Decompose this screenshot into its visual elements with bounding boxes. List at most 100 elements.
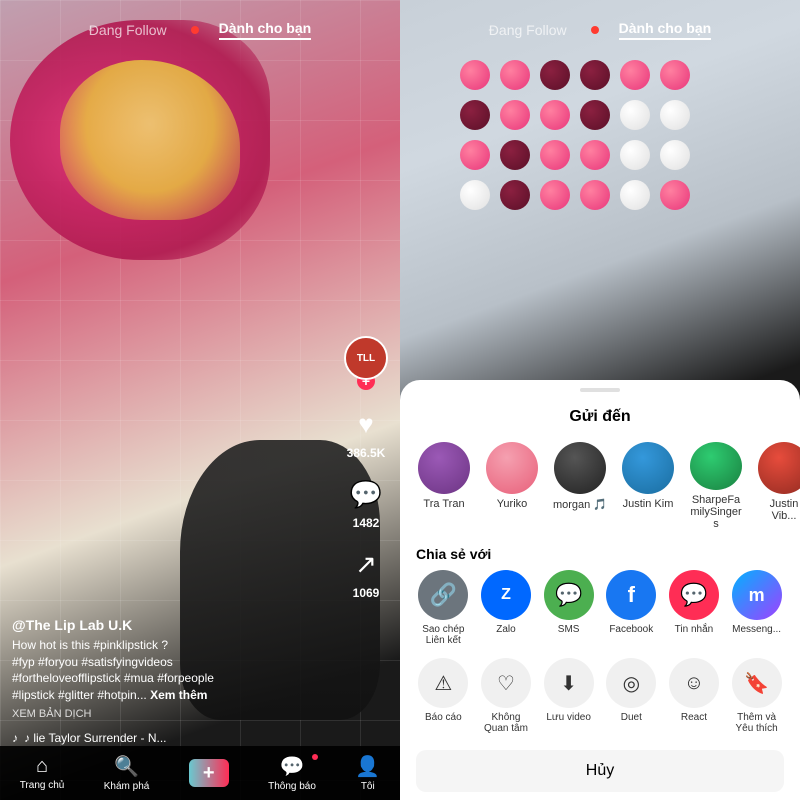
right-live-indicator	[591, 26, 599, 34]
action-buttons: TLL + ♥ 386.5K 💬 1482 ↗ 1069	[344, 336, 388, 600]
dot-11	[620, 100, 650, 130]
friend-name-4: Justin Kim	[623, 498, 674, 510]
friend-item-2[interactable]: Yuriko	[484, 442, 540, 530]
actions-row: ⚠ Báo cáo ♡ KhôngQuan tâm ⬇ Lưu video ◎ …	[400, 650, 800, 742]
action-favorite[interactable]: 🔖 Thêm vàYêu thích	[732, 658, 782, 734]
report-icon: ⚠	[418, 658, 468, 708]
share-icon: ↗	[348, 546, 384, 582]
lipstick-dots-grid	[460, 60, 690, 210]
friend-name-3: morgan 🎵	[553, 498, 607, 511]
share-sms[interactable]: 💬 SMS	[544, 570, 594, 646]
translate-link[interactable]: XEM BẢN DỊCH	[12, 708, 340, 720]
dot-3	[540, 60, 570, 90]
dot-4	[580, 60, 610, 90]
music-text: ♪ lie Taylor Surrender - N...	[24, 731, 167, 745]
friend-item-3[interactable]: morgan 🎵	[552, 442, 608, 530]
friends-row: Tra Tran Yuriko morgan 🎵 Justin Kim Shar…	[400, 434, 800, 538]
profile-icon: 👤	[355, 754, 380, 779]
friend-avatar-1	[418, 442, 470, 494]
right-tab-following[interactable]: Đang Follow	[489, 22, 567, 38]
notification-icon: 💬	[280, 754, 305, 779]
share-button[interactable]: ↗ 1069	[348, 546, 384, 600]
dot-21	[540, 180, 570, 210]
tinnhan-label: Tin nhắn	[675, 624, 714, 635]
action-report[interactable]: ⚠ Báo cáo	[418, 658, 468, 734]
action-duet[interactable]: ◎ Duet	[606, 658, 656, 734]
friend-avatar-4	[622, 442, 674, 494]
music-note-icon: ♪	[12, 731, 18, 745]
right-tab-for-you[interactable]: Dành cho bạn	[619, 20, 712, 40]
comment-count: 1482	[353, 516, 380, 530]
right-video-bg: Đang Follow Dành cho bạn	[400, 0, 800, 420]
comment-button[interactable]: 💬 1482	[348, 476, 384, 530]
zalo-icon: Z	[481, 570, 531, 620]
top-navigation: Đang Follow Dành cho bạn	[0, 20, 400, 40]
cancel-button[interactable]: Hủy	[416, 750, 784, 792]
nav-add[interactable]: +	[189, 759, 229, 787]
share-copy-link[interactable]: 🔗 Sao chépLiên kết	[418, 570, 468, 646]
nav-notifications[interactable]: 💬 Thông báo	[268, 754, 316, 792]
bottom-navigation: ⌂ Trang chủ 🔍 Khám phá + 💬 Thông báo 👤 T…	[0, 746, 400, 800]
left-video-panel: Đang Follow Dành cho bạn TLL + ♥ 386.5K …	[0, 0, 400, 800]
friend-avatar-6	[758, 442, 800, 494]
friend-name-5: SharpeFamilySingers	[688, 494, 744, 530]
share-options-row: 🔗 Sao chépLiên kết Z Zalo 💬 SMS f Facebo…	[400, 566, 800, 650]
action-save-video[interactable]: ⬇ Lưu video	[544, 658, 594, 734]
video-description: How hot is this #pinklipstick ? #fyp #fo…	[12, 637, 340, 704]
dot-24	[660, 180, 690, 210]
share-facebook[interactable]: f Facebook	[606, 570, 656, 646]
share-zalo[interactable]: Z Zalo	[481, 570, 531, 646]
friend-name-2: Yuriko	[497, 498, 528, 510]
right-video-panel: Đang Follow Dành cho bạn	[400, 0, 800, 800]
copy-link-icon: 🔗	[418, 570, 468, 620]
friend-avatar-2	[486, 442, 538, 494]
tab-following[interactable]: Đang Follow	[89, 22, 167, 38]
avatar-inner: TLL	[346, 338, 386, 378]
creator-username[interactable]: @The Lip Lab U.K	[12, 617, 340, 633]
dot-8	[500, 100, 530, 130]
dot-10	[580, 100, 610, 130]
favorite-icon: 🔖	[732, 658, 782, 708]
action-react[interactable]: ☺ React	[669, 658, 719, 734]
report-label: Báo cáo	[425, 712, 462, 723]
music-bar[interactable]: ♪ ♪ lie Taylor Surrender - N...	[12, 731, 388, 745]
friend-item-1[interactable]: Tra Tran	[416, 442, 472, 530]
react-icon: ☺	[669, 658, 719, 708]
nav-profile[interactable]: 👤 Tôi	[355, 754, 380, 792]
creator-avatar[interactable]: TLL	[344, 336, 388, 380]
not-interested-label: KhôngQuan tâm	[484, 712, 528, 734]
sms-label: SMS	[558, 624, 580, 635]
dot-12	[660, 100, 690, 130]
tinnhan-icon: 💬	[669, 570, 719, 620]
see-more-link[interactable]: Xem thêm	[150, 688, 207, 702]
dot-14	[500, 140, 530, 170]
nav-discover[interactable]: 🔍 Khám phá	[104, 754, 150, 792]
dot-6	[660, 60, 690, 90]
friend-item-5[interactable]: SharpeFamilySingers	[688, 442, 744, 530]
dot-7	[460, 100, 490, 130]
dot-1	[460, 60, 490, 90]
dot-17	[620, 140, 650, 170]
home-icon: ⌂	[36, 755, 48, 778]
friend-item-6[interactable]: Justin Vib...	[756, 442, 800, 530]
share-messenger[interactable]: m Messeng...	[732, 570, 782, 646]
friend-item-4[interactable]: Justin Kim	[620, 442, 676, 530]
duet-icon: ◎	[606, 658, 656, 708]
not-interested-icon: ♡	[481, 658, 531, 708]
facebook-label: Facebook	[609, 624, 653, 635]
sheet-title: Gửi đến	[400, 392, 800, 434]
dot-19	[460, 180, 490, 210]
share-section-label: Chia sẻ với	[400, 538, 800, 566]
notification-dot	[312, 754, 318, 760]
save-video-label: Lưu video	[546, 712, 591, 723]
add-button[interactable]: +	[189, 759, 229, 787]
action-not-interested[interactable]: ♡ KhôngQuan tâm	[481, 658, 531, 734]
nav-notifications-label: Thông báo	[268, 781, 316, 792]
nav-home[interactable]: ⌂ Trang chủ	[20, 755, 65, 791]
save-video-icon: ⬇	[544, 658, 594, 708]
like-button[interactable]: ♥ 386.5K	[347, 406, 386, 460]
tab-for-you[interactable]: Dành cho bạn	[219, 20, 312, 40]
dot-13	[460, 140, 490, 170]
share-tinnhan[interactable]: 💬 Tin nhắn	[669, 570, 719, 646]
right-top-navigation: Đang Follow Dành cho bạn	[400, 20, 800, 40]
